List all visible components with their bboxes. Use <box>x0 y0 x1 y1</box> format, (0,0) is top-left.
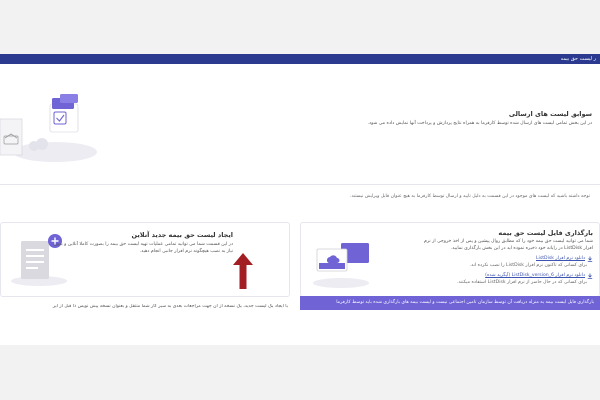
download-icon <box>587 256 593 262</box>
download-link-row-1[interactable]: دانلود نرم افزار ListDisk <box>536 255 593 262</box>
history-description: در این بخش تمامی لیست های ارسال شده توسط… <box>367 121 592 126</box>
history-card[interactable]: سوابق لیست های ارسالی در این بخش تمامی ل… <box>0 74 600 174</box>
notice-text: توجه داشته باشید که لیست های موجود در ای… <box>350 194 590 199</box>
upload-file-title[interactable]: بارگذاری فایل لیست حق بیمه <box>498 229 593 237</box>
app-frame: ر لیست حق بیمه سوابق لیست های ارسالی در … <box>0 54 600 345</box>
download-link-2[interactable]: دانلود نرم افزار ListDisk_version_6 (آپگ… <box>485 273 585 278</box>
download-note-1: برای کسانی که تاکنون نرم افزار ListDisk … <box>469 263 587 268</box>
create-online-card[interactable]: ایجاد لیست حق بیمه جدید آنلاین در این قس… <box>0 222 290 297</box>
download-icon <box>587 273 593 279</box>
create-online-description-2: نیاز به نصب هیچگونه نرم افزار جانبی انجا… <box>139 249 233 254</box>
history-illustration <box>0 94 97 162</box>
download-link-row-2[interactable]: دانلود نرم افزار ListDisk_version_6 (آپگ… <box>485 272 593 279</box>
upload-file-card[interactable]: بارگذاری فایل لیست حق بیمه شما می توانید… <box>300 222 600 297</box>
header-title: ر لیست حق بیمه <box>560 56 596 62</box>
document-illustration <box>11 234 67 286</box>
history-title: سوابق لیست های ارسالی <box>508 110 592 118</box>
upload-illustration <box>313 243 369 288</box>
bottom-info-text: با ایجاد یک لیست جدید، یک نسخه از آن جهت… <box>52 304 288 309</box>
upload-file-description-2: افزار ListDisk در رایانه خود ذخیره نموده… <box>450 246 593 251</box>
create-online-description-1: در این قسمت شما می توانید تمامی عملیات ت… <box>53 242 233 247</box>
arrow-up-icon <box>233 253 253 289</box>
download-note-2: برای کسانی که در حال حاضر از نرم افزار L… <box>457 280 587 285</box>
header-bar: ر لیست حق بیمه <box>0 54 600 64</box>
download-link-1[interactable]: دانلود نرم افزار ListDisk <box>536 256 585 261</box>
warning-banner: بارگذاری فایل لیست بیمه به منزله دریافت … <box>300 296 600 310</box>
upload-file-description-1: شما می توانید لیست حق بیمه خود را که مطا… <box>424 239 593 244</box>
create-online-title[interactable]: ایجاد لیست حق بیمه جدید آنلاین <box>132 231 234 239</box>
divider <box>0 184 600 185</box>
